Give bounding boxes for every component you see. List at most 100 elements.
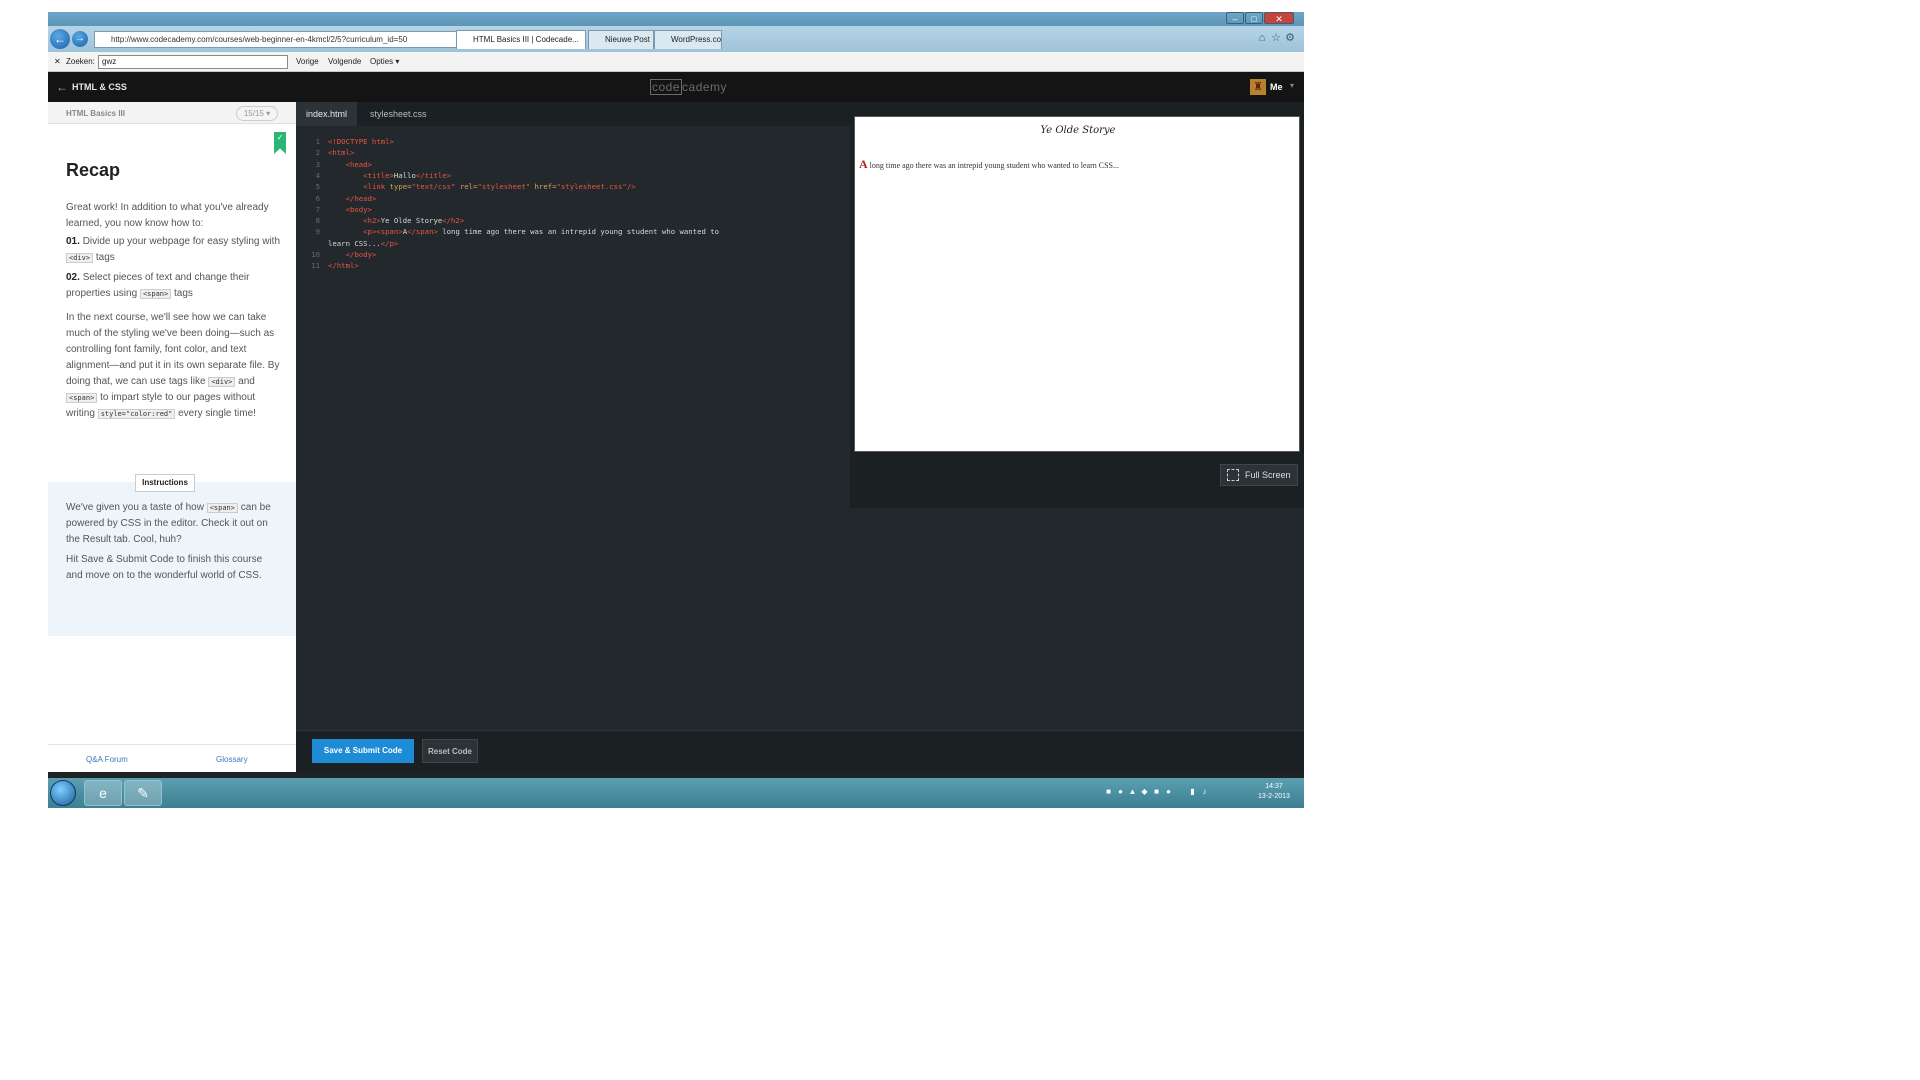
network-icon[interactable]: ▮ (1188, 787, 1197, 797)
tray-icon[interactable]: ■ (1104, 787, 1113, 797)
code-line-9: <p><span>A</span> long time ago there wa… (363, 227, 720, 237)
inline-code: <span> (139, 289, 172, 299)
avatar[interactable]: ♜ (1250, 79, 1266, 95)
code-editor-area: index.html stylesheet.css 1 2 3 4 5 6 7 … (296, 102, 1304, 772)
paint-app-icon[interactable]: ✎ (124, 780, 162, 806)
tab-index-html[interactable]: index.html (296, 102, 358, 126)
find-input[interactable]: gwz (98, 55, 288, 69)
tools-gear-icon[interactable]: ⚙ (1284, 32, 1296, 44)
inline-code: <div> (66, 253, 94, 263)
course-title[interactable]: HTML & CSS (72, 82, 127, 92)
find-label: Zoeken: (66, 57, 95, 66)
instructions-text-2: Hit Save & Submit Code to finish this co… (66, 554, 263, 581)
close-button[interactable]: ✕ (1264, 12, 1294, 24)
favorites-star-icon[interactable]: ☆ (1270, 32, 1282, 44)
lesson-name: HTML Basics III (66, 109, 125, 118)
instructions-label: Instructions (135, 474, 195, 492)
result-panel: Ye Olde Storye A long time ago there was… (850, 114, 1304, 508)
save-submit-button[interactable]: Save & Submit Code (312, 739, 414, 763)
lesson-intro: Great work! In addition to what you've a… (66, 202, 269, 229)
line-number: 10 (311, 250, 320, 259)
find-prev-button[interactable]: Vorige (296, 57, 319, 66)
line-number: 4 (315, 170, 320, 180)
volume-icon[interactable]: ♪ (1200, 787, 1209, 797)
lesson-paragraph: In the next course, we'll see how we can… (66, 310, 280, 422)
inline-code: <span> (206, 503, 238, 513)
home-icon[interactable]: ⌂ (1256, 32, 1268, 44)
result-paragraph-text: long time ago there was an intrepid youn… (869, 161, 1119, 170)
find-next-button[interactable]: Volgende (328, 57, 361, 66)
tray-icon[interactable]: ● (1116, 787, 1125, 797)
find-bar: ✕ Zoeken: gwz Vorige Volgende Opties ▾ (48, 52, 1304, 72)
taskbar-clock[interactable]: 14:37 13-2-2013 (1254, 782, 1294, 802)
code-line-4: <title>Hallo</title> (363, 170, 452, 180)
lesson-item-2: 02. Select pieces of text and change the… (66, 270, 280, 302)
para-and: and (238, 376, 255, 387)
url-input[interactable]: http://www.codecademy.com/courses/web-be… (94, 31, 496, 48)
instructions-section: We've given you a taste of how <span> ca… (48, 482, 296, 636)
lesson-progress-dropdown[interactable]: 15/15 ▾ (236, 106, 278, 121)
back-arrow-icon[interactable]: ← (56, 80, 68, 94)
tab-wordpress[interactable]: WordPress.com (654, 30, 722, 49)
code-line-7: <body> (345, 204, 372, 214)
line-number: 9 (315, 227, 320, 237)
tab-nieuwe-post[interactable]: Nieuwe Post (588, 30, 654, 49)
glossary-link[interactable]: Glossary (216, 755, 248, 764)
result-preview[interactable]: Ye Olde Storye A long time ago there was… (854, 116, 1300, 452)
qa-forum-link[interactable]: Q&A Forum (86, 755, 128, 764)
instr-text-a: We've given you a taste of how (66, 502, 204, 513)
tray-icon[interactable]: ● (1164, 787, 1173, 797)
inline-code: style="color:red" (97, 409, 176, 419)
item-number: 02. (66, 272, 80, 283)
code-line-1: <!DOCTYPE html> (328, 137, 394, 146)
item-text: Divide up your webpage for easy styling … (82, 236, 281, 247)
desktop-screenshot: – □ ✕ ← → http://www.codecademy.com/cour… (48, 12, 1304, 808)
code-line-11: </html> (328, 261, 359, 271)
instructions-text: We've given you a taste of how <span> ca… (66, 500, 280, 548)
internet-explorer-icon[interactable]: e (84, 780, 122, 806)
lesson-panel: HTML Basics III 15/15 ▾ ✓ Recap Great wo… (48, 102, 296, 772)
lesson-topbar: HTML Basics III 15/15 ▾ (48, 102, 296, 124)
start-button[interactable] (50, 780, 76, 806)
tab-htmlbasics[interactable]: HTML Basics III | Codecade... (456, 30, 586, 49)
minimize-button[interactable]: – (1226, 12, 1244, 24)
item-text-after: tags (174, 288, 193, 299)
find-options-label: Opties (370, 57, 394, 66)
item-text-after: tags (95, 252, 115, 263)
editor-footer: Save & Submit Code Reset Code (296, 730, 1304, 772)
line-number: 1 (315, 137, 320, 146)
codecademy-header: ← HTML & CSS code cademy ♜ Me ▾ (48, 72, 1304, 102)
tab-stylesheet-css[interactable]: stylesheet.css (360, 102, 437, 126)
tray-icon[interactable]: ◆ (1140, 787, 1149, 797)
window-titlebar: – □ ✕ (48, 12, 1304, 26)
lesson-footer: Q&A Forum Glossary (48, 744, 296, 772)
user-menu-label[interactable]: Me (1270, 82, 1283, 92)
result-dropcap: A (859, 157, 868, 171)
line-number: 3 (315, 159, 320, 169)
inline-code: <span> (66, 393, 98, 403)
lesson-count-label: 15/15 (243, 109, 264, 118)
completed-bookmark-icon: ✓ (274, 132, 286, 154)
lesson-title: Recap (66, 160, 121, 180)
tray-icon[interactable]: ■ (1152, 787, 1161, 797)
line-number: 8 (315, 216, 320, 226)
full-screen-button[interactable]: Full Screen (1220, 464, 1298, 486)
address-bar-row: ← → http://www.codecademy.com/courses/we… (48, 26, 1304, 52)
chevron-down-icon[interactable]: ▾ (1290, 81, 1294, 90)
line-number: 7 (315, 204, 320, 214)
find-close-icon[interactable]: ✕ (54, 57, 61, 66)
line-number: 2 (315, 148, 320, 158)
tray-icon[interactable]: ▲ (1128, 787, 1137, 797)
forward-button[interactable]: → (72, 31, 88, 47)
lesson-item-1: 01. Divide up your webpage for easy styl… (66, 234, 280, 266)
inline-code: <div> (208, 377, 236, 387)
code-line-9-wrap: learn CSS...</p> (328, 238, 399, 248)
logo-code: code (650, 79, 683, 95)
full-screen-label: Full Screen (1245, 470, 1291, 480)
back-button[interactable]: ← (50, 29, 70, 49)
reset-code-button[interactable]: Reset Code (422, 739, 478, 763)
maximize-button[interactable]: □ (1245, 12, 1263, 24)
find-options-button[interactable]: Opties ▾ (370, 57, 399, 66)
codecademy-logo[interactable]: code cademy (650, 79, 727, 95)
windows-taskbar: e ✎ ■ ● ▲ ◆ ■ ● ▮ ♪ 14:37 13-2-2013 (48, 778, 1304, 808)
